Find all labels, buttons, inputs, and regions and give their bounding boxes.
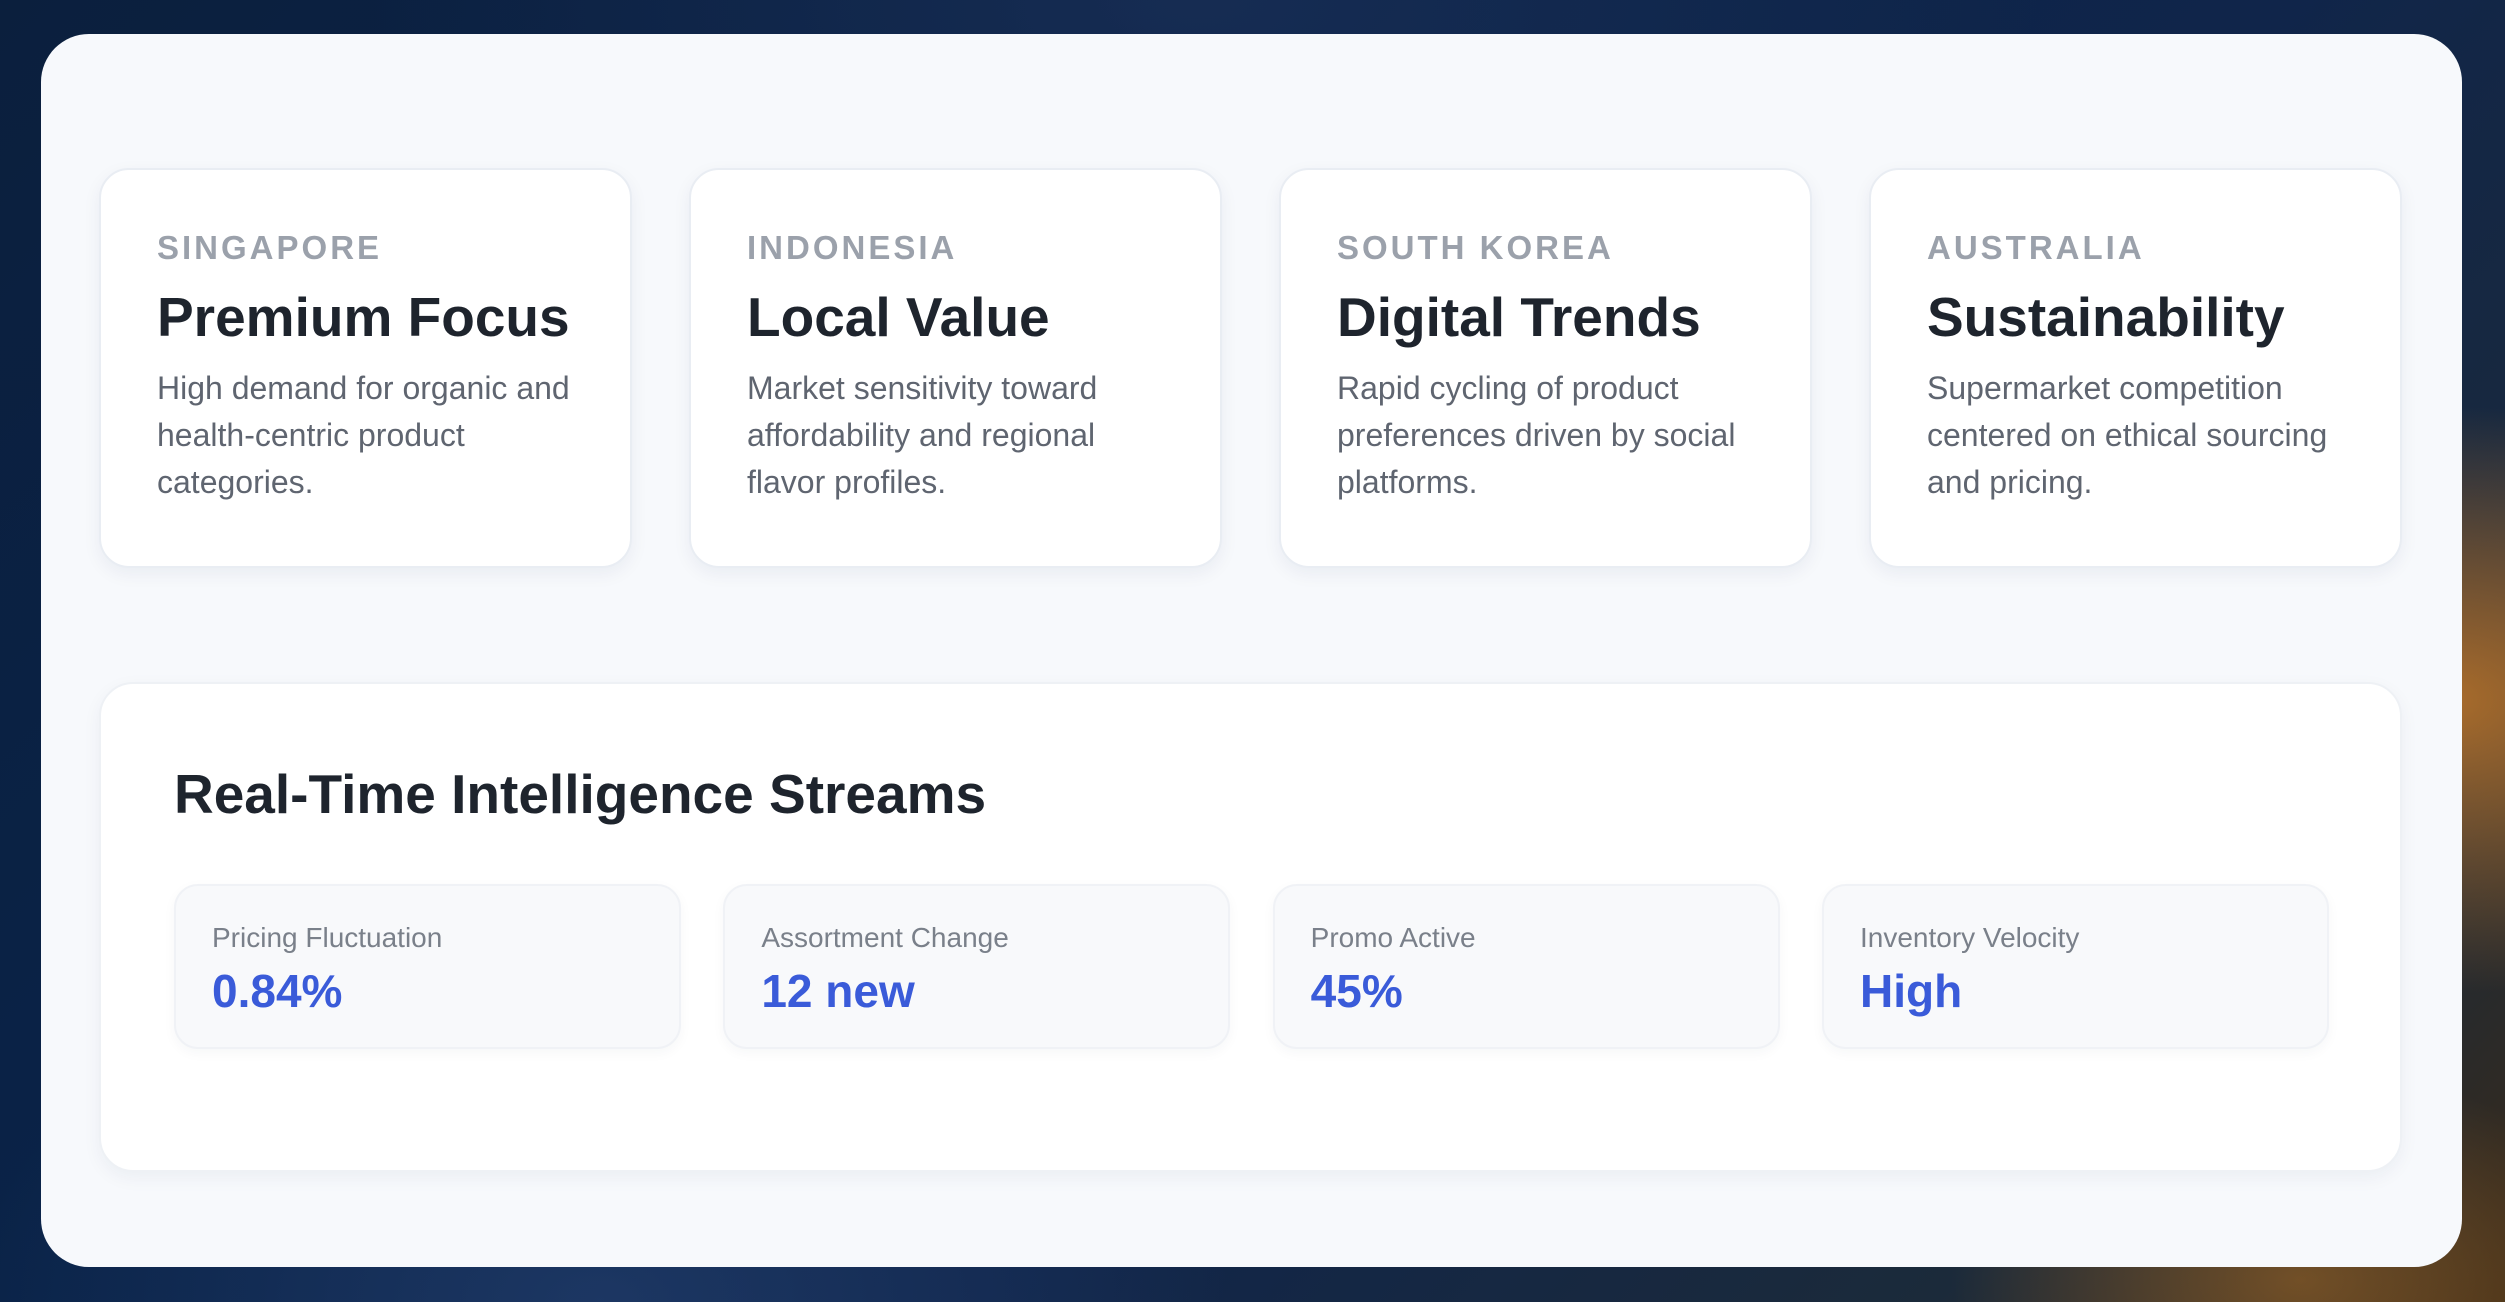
metric-value: High — [1859, 965, 1963, 1017]
metric-cards: Pricing Fluctuation 0.84% Assortment Cha… — [174, 884, 2329, 1049]
intelligence-streams-section: Real-Time Intelligence Streams Pricing F… — [99, 682, 2402, 1172]
region-country: SINGAPORE — [157, 229, 383, 266]
region-country: AUSTRALIA — [1927, 229, 2145, 266]
metric-card-assortment-change: Assortment Change 12 new — [723, 884, 1231, 1049]
region-country: SOUTH KOREA — [1337, 229, 1614, 266]
metric-value: 12 new — [761, 965, 915, 1017]
region-description: High demand for organic and health-centr… — [157, 370, 570, 500]
region-card-indonesia: INDONESIA Local Value Market sensitivity… — [689, 168, 1222, 568]
main-panel: SINGAPORE Premium Focus High demand for … — [41, 34, 2462, 1267]
metric-label: Assortment Change — [761, 922, 1009, 953]
metric-label: Promo Active — [1310, 922, 1476, 953]
region-country: INDONESIA — [747, 229, 958, 266]
metric-label: Pricing Fluctuation — [212, 922, 443, 953]
metric-label: Inventory Velocity — [1859, 922, 2080, 953]
region-title: Local Value — [747, 286, 1050, 348]
section-title: Real-Time Intelligence Streams — [174, 763, 987, 825]
region-title: Premium Focus — [157, 286, 570, 348]
region-card-australia: AUSTRALIA Sustainability Supermarket com… — [1869, 168, 2402, 568]
metric-value: 0.84% — [212, 965, 343, 1017]
region-description: Supermarket competition centered on ethi… — [1927, 370, 2328, 500]
region-card-south-korea: SOUTH KOREA Digital Trends Rapid cycling… — [1279, 168, 1812, 568]
region-cards: SINGAPORE Premium Focus High demand for … — [99, 168, 2402, 568]
region-title: Sustainability — [1927, 286, 2285, 348]
metric-card-promo-active: Promo Active 45% — [1272, 884, 1780, 1049]
region-description: Market sensitivity toward affordability … — [747, 370, 1098, 500]
region-title: Digital Trends — [1337, 286, 1701, 348]
metric-card-pricing-fluctuation: Pricing Fluctuation 0.84% — [174, 884, 681, 1049]
metric-card-inventory-velocity: Inventory Velocity High — [1821, 884, 2329, 1049]
metric-value: 45% — [1310, 965, 1403, 1017]
region-description: Rapid cycling of product preferences dri… — [1337, 370, 1736, 500]
region-card-singapore: SINGAPORE Premium Focus High demand for … — [99, 168, 632, 568]
